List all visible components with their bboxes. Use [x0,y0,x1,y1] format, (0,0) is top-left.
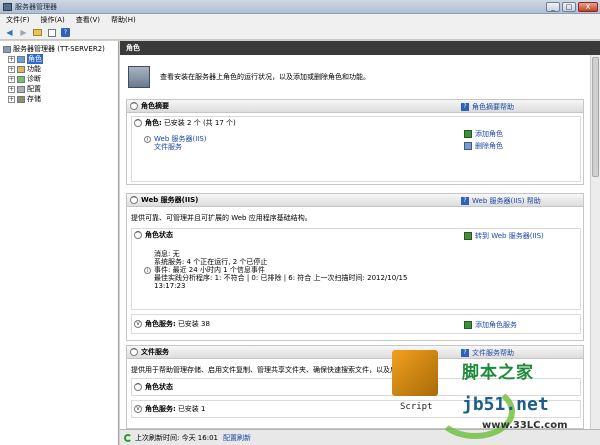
title-bar: 服务器管理器 _ □ X [0,0,600,14]
file-role-status-row: ^ 角色状态 [134,383,173,391]
minimize-button[interactable]: _ [546,2,560,12]
expand-icon[interactable]: v [134,405,142,413]
add-role-icon [464,130,472,138]
tree-item-storage[interactable]: + 存储 [0,94,118,104]
file-role-services-row: v 角色服务: 已安装 1 [132,401,580,417]
role-link-file[interactable]: 文件服务 [154,143,182,151]
last-refresh-text: 上次刷新时间: 今天 16:01 [135,433,218,442]
roles-icon [17,55,25,63]
events-text: 事件: 最近 24 小时内 1 个信息事件 [154,266,265,274]
expand-icon[interactable]: + [8,65,15,73]
collapse-icon[interactable]: ^ [130,348,138,356]
server-icon [3,45,11,53]
help-icon: ? [461,103,469,111]
tree-item-configuration[interactable]: + 配置 [0,84,118,94]
content-area: 查看安装在服务器上角色的运行状况，以及添加或删除角色和功能。 ^ 角色摘要 ? … [120,55,590,429]
tree-item-features[interactable]: + 功能 [0,64,118,74]
web-server-section: ^ Web 服务器(IIS) ? Web 服务器(IIS) 帮助 提供可靠、可管… [126,193,584,341]
expand-icon[interactable]: + [8,75,15,83]
roles-box: ^ 角色: 已安装 2 个 (共 17 个) i Web 服务器(IIS) 文件… [131,116,581,182]
bpa-text: 最佳实践分析程序: 1: 不符合 | 0: 已排除 | 6: 符合 上一次扫描时… [154,274,408,282]
collapse-icon[interactable]: ^ [130,196,138,204]
role-list: i Web 服务器(IIS) 文件服务 [144,135,207,151]
web-status-details: 消息: 无 系统服务: 4 个正在运行, 2 个已停止 i 事件: 最近 24 … [144,250,407,290]
status-bar: 上次刷新时间: 今天 16:01 配置刷新 [120,429,600,445]
back-arrow-icon[interactable]: ◀ [4,28,15,38]
intro: 查看安装在服务器上角色的运行状况，以及添加或删除角色和功能。 [128,63,580,91]
file-services-section: ^ 文件服务 ? 文件服务帮助 提供用于帮助管理存储、启用文件复制、管理共享文件… [126,345,584,429]
collapse-icon[interactable]: ^ [130,102,138,110]
web-role-services-box: v 角色服务: 已安装 38 添加角色服务 [131,314,581,334]
web-server-description: 提供可靠、可管理并且可扩展的 Web 应用程序基础结构。 [131,214,312,222]
role-link-web[interactable]: Web 服务器(IIS) [154,135,207,143]
file-services-help-link[interactable]: ? 文件服务帮助 [461,348,514,358]
expand-icon[interactable]: + [8,85,15,93]
main-header: 角色 [120,41,600,55]
file-services-header: ^ 文件服务 ? 文件服务帮助 [127,346,583,359]
forward-arrow-icon[interactable]: ▶ [18,28,29,38]
expand-icon[interactable]: + [8,95,15,103]
tree-root[interactable]: 服务器管理器 (TT-SERVER2) [0,44,118,54]
scrollbar-thumb[interactable] [592,57,599,177]
server-manager-icon [3,2,12,11]
intro-text: 查看安装在服务器上角色的运行状况，以及添加或删除角色和功能。 [160,73,370,81]
goto-web-server-link[interactable]: 转到 Web 服务器(IIS) [464,231,544,241]
menu-bar: 文件(F) 操作(A) 查看(V) 帮助(H) [0,14,600,26]
roles-count-row: ^ 角色: 已安装 2 个 (共 17 个) [134,118,236,127]
maximize-button[interactable]: □ [562,2,576,12]
file-role-services-box: v 角色服务: 已安装 1 [131,400,581,418]
remove-role-icon [464,142,472,150]
tree-item-roles[interactable]: + 角色 [0,54,118,64]
help-icon[interactable]: ? [60,28,71,38]
remove-role-link[interactable]: 删除角色 [464,141,503,151]
toolbar: ◀ ▶ ? [0,26,600,40]
storage-icon [17,95,25,103]
web-server-header: ^ Web 服务器(IIS) ? Web 服务器(IIS) 帮助 [127,194,583,207]
info-icon: i [144,266,151,274]
help-icon: ? [461,197,469,205]
diagnostics-icon [17,75,25,83]
configure-refresh-link[interactable]: 配置刷新 [223,433,251,443]
roles-summary-help-link[interactable]: ? 角色摘要帮助 [461,102,514,112]
collapse-icon[interactable]: ^ [134,230,142,239]
info-icon: i [144,135,151,143]
window-controls: _ □ X [546,2,598,12]
collapse-icon[interactable]: ^ [134,383,142,391]
web-server-help-link[interactable]: ? Web 服务器(IIS) 帮助 [461,196,541,206]
roles-summary-section: ^ 角色摘要 ? 角色摘要帮助 ^ 角色: 已安装 2 个 (共 17 个) i… [126,99,584,185]
features-icon [17,65,25,73]
close-button[interactable]: X [578,2,598,12]
web-role-status-box: ^ 角色状态 转到 Web 服务器(IIS) 消息: 无 系统服务: 4 个正在… [131,228,581,310]
refresh-icon[interactable] [124,433,132,442]
vertical-scrollbar[interactable] [590,55,600,429]
menu-file[interactable]: 文件(F) [6,15,30,25]
configuration-icon [17,85,25,93]
messages-text: 消息: 无 [154,250,180,258]
menu-help[interactable]: 帮助(H) [111,15,136,25]
up-folder-icon[interactable] [32,28,43,38]
add-role-services-link[interactable]: 添加角色服务 [464,320,517,330]
main-pane: 角色 查看安装在服务器上角色的运行状况，以及添加或删除角色和功能。 ^ 角色摘要… [120,41,600,445]
expand-icon[interactable]: + [8,55,15,63]
tree-item-diagnostics[interactable]: + 诊断 [0,74,118,84]
file-role-status-box: ^ 角色状态 [131,378,581,396]
menu-action[interactable]: 操作(A) [41,15,65,25]
menu-view[interactable]: 查看(V) [76,15,100,25]
window-title: 服务器管理器 [15,2,57,11]
show-hide-tree-icon[interactable] [46,28,57,38]
expand-icon[interactable]: v [134,320,142,328]
help-icon: ? [461,349,469,357]
bpa-time-text: 13:17:23 [154,282,186,290]
server-roles-icon [128,66,150,88]
navigation-tree: 服务器管理器 (TT-SERVER2) + 角色 + 功能 + 诊断 + 配置 … [0,41,119,445]
add-role-services-icon [464,321,472,329]
collapse-icon[interactable]: ^ [134,118,142,127]
add-role-link[interactable]: 添加角色 [464,129,503,139]
roles-summary-header: ^ 角色摘要 ? 角色摘要帮助 [127,100,583,113]
navigate-icon [464,232,472,240]
system-services-text: 系统服务: 4 个正在运行, 2 个已停止 [154,258,268,266]
